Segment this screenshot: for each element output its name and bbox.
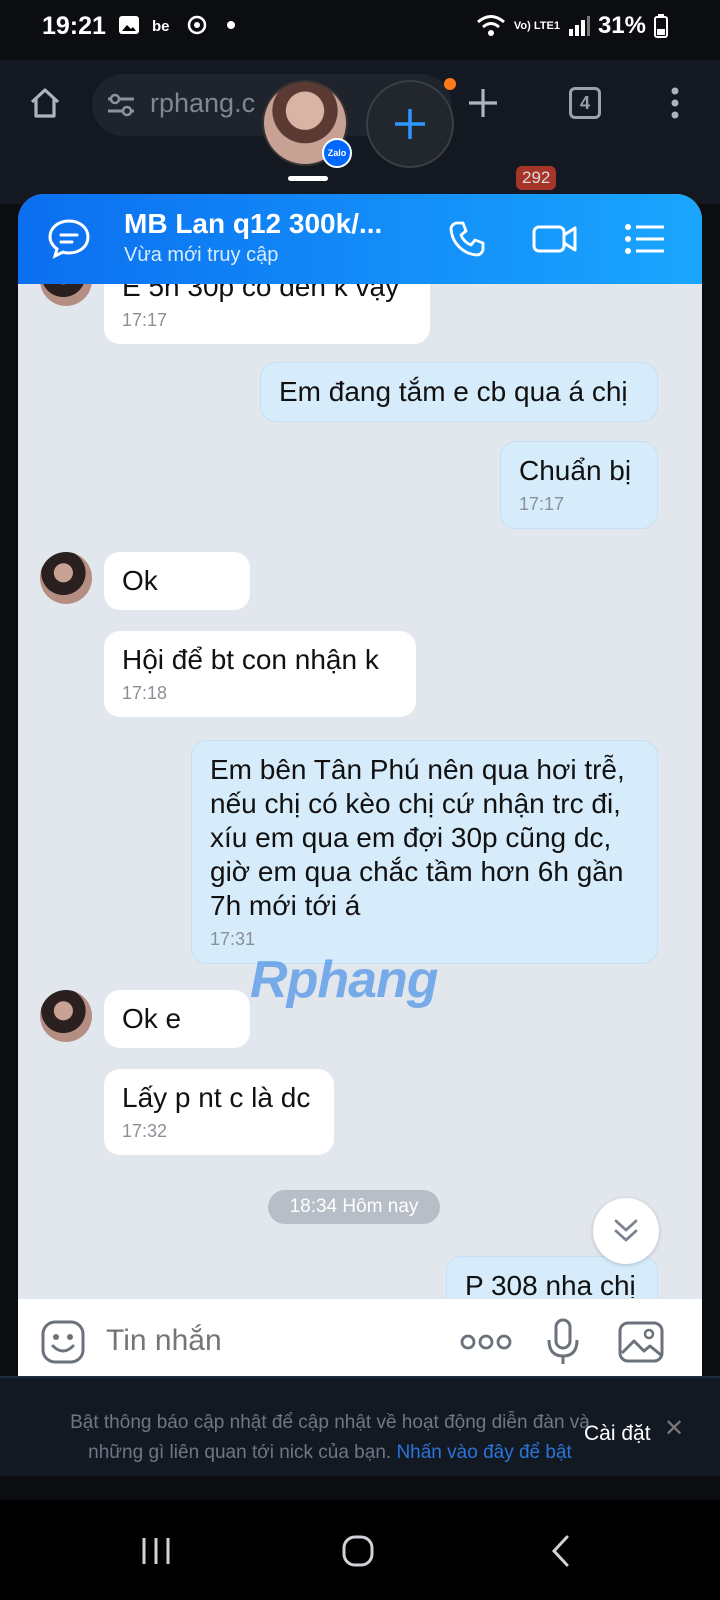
status-bar: 19:21 be Vo) LTE1 31% [0, 0, 720, 54]
message-icon[interactable] [46, 216, 92, 262]
message-bubble[interactable]: Hội để bt con nhận k 17:18 [104, 631, 416, 717]
microphone-icon [547, 1318, 579, 1364]
sticker-button[interactable] [38, 1317, 88, 1367]
home-circle-icon [342, 1535, 374, 1567]
close-banner-button[interactable]: ✕ [664, 1414, 684, 1443]
gallery-icon [119, 16, 139, 34]
site-settings-icon [108, 93, 134, 117]
add-chat-head-button[interactable] [366, 80, 454, 168]
status-time: 19:21 [42, 12, 106, 40]
settings-button[interactable]: Cài đặt [584, 1422, 651, 1446]
plus-icon [395, 109, 425, 139]
notification-banner: Bật thông báo cập nhật để cập nhật về ho… [0, 1376, 720, 1476]
message-time: 17:18 [122, 683, 168, 703]
message-bubble[interactable]: Em bên Tân Phú nên qua hơi trễ, nếu chị … [191, 740, 658, 964]
message-bubble[interactable]: E 5h 30p có đến k vậy 17:17 [104, 284, 430, 344]
message-input[interactable] [104, 1321, 424, 1361]
message-time: 17:17 [122, 310, 168, 330]
message-text: Em đang tắm e cb qua á chị [279, 376, 628, 407]
message-bubble[interactable]: Lấy p nt c là dc 17:32 [104, 1069, 334, 1155]
watermark-text: phang [286, 951, 439, 1009]
banner-text: Bật thông báo cập nhật để cập nhật về ho… [60, 1408, 600, 1468]
send-image-button[interactable] [616, 1317, 666, 1367]
message-time: 17:31 [210, 929, 256, 949]
battery-icon [654, 14, 668, 38]
tab-count: 4 [569, 87, 601, 119]
contact-name[interactable]: MB Lan q12 300k/... [124, 208, 382, 240]
phone-icon [449, 221, 485, 257]
more-horiz-icon [460, 1334, 512, 1350]
message-time: 17:32 [122, 1121, 168, 1141]
message-text: Em bên Tân Phú nên qua hơi trễ, nếu chị … [210, 754, 625, 921]
back-chevron-icon [551, 1535, 569, 1567]
tabs-button[interactable]: 4 [560, 78, 610, 128]
home-icon [30, 88, 60, 118]
site-watermark: Rphang [250, 950, 439, 1010]
message-time: 17:17 [519, 494, 565, 514]
voice-message-button[interactable] [538, 1317, 588, 1367]
message-text: E 5h 30p có đến k vậy [122, 284, 400, 302]
more-options-button[interactable] [460, 1317, 512, 1367]
more-vert-icon [671, 87, 679, 119]
message-bubble[interactable]: Ok e [104, 990, 250, 1048]
watermark-r: R [250, 951, 288, 1009]
contact-avatar[interactable] [40, 552, 92, 604]
new-tab-button[interactable] [458, 78, 508, 128]
contact-avatar[interactable] [40, 284, 92, 306]
drag-handle[interactable] [288, 176, 328, 181]
message-text: Hội để bt con nhận k [122, 644, 379, 675]
scroll-to-bottom-button[interactable] [593, 1198, 659, 1264]
list-icon [625, 224, 664, 254]
recent-apps-button[interactable] [126, 1526, 186, 1576]
notification-badge: 292 [516, 166, 557, 190]
recent-apps-icon [142, 1538, 170, 1564]
contact-avatar[interactable] [40, 990, 92, 1042]
contact-status: Vừa mới truy cập [124, 244, 279, 266]
wifi-icon [476, 15, 505, 36]
signal-icon [568, 16, 590, 36]
plus-icon [469, 89, 497, 117]
message-bubble[interactable]: Ok [104, 552, 250, 610]
video-call-button[interactable] [530, 214, 580, 264]
voice-call-button[interactable] [442, 214, 492, 264]
be-app-icon: be [152, 18, 170, 35]
emoji-icon [41, 1320, 85, 1364]
message-text: Ok [122, 565, 158, 596]
network-type: Vo) LTE1 [513, 19, 560, 32]
message-text: Lấy p nt c là dc [122, 1082, 311, 1113]
date-separator: 18:34 Hôm nay [268, 1190, 440, 1224]
chat-window: MB Lan q12 300k/... Vừa mới truy cập E 5… [18, 194, 702, 1412]
chat-header: MB Lan q12 300k/... Vừa mới truy cập [18, 194, 702, 284]
battery-percent: 31% [597, 12, 646, 39]
message-list[interactable]: E 5h 30p có đến k vậy 17:17 Em đang tắm … [18, 284, 702, 1314]
zalo-badge: Zalo [322, 138, 352, 168]
home-button[interactable] [20, 78, 70, 128]
message-bubble[interactable]: Chuẩn bị 17:17 [500, 441, 658, 529]
svg-text:be: be [152, 18, 170, 35]
enable-notifications-link[interactable]: Nhấn vào đây để bật [396, 1442, 571, 1463]
double-chevron-down-icon [614, 1219, 638, 1242]
home-nav-button[interactable] [328, 1526, 388, 1576]
dot-icon [227, 21, 235, 29]
message-text: Chuẩn bị [519, 455, 632, 486]
message-composer [18, 1298, 702, 1384]
system-navigation-bar [0, 1500, 720, 1600]
message-text: Ok e [122, 1003, 182, 1034]
browser-toolbar: rphang.cm 4 [0, 60, 720, 154]
browser-menu-button[interactable] [650, 78, 700, 128]
back-button[interactable] [530, 1526, 590, 1576]
notification-dot [444, 78, 456, 90]
video-camera-icon [532, 225, 577, 253]
image-icon [618, 1321, 664, 1363]
chat-options-button[interactable] [620, 214, 670, 264]
message-bubble[interactable]: Em đang tắm e cb qua á chị [260, 362, 658, 422]
sync-icon [187, 15, 207, 35]
